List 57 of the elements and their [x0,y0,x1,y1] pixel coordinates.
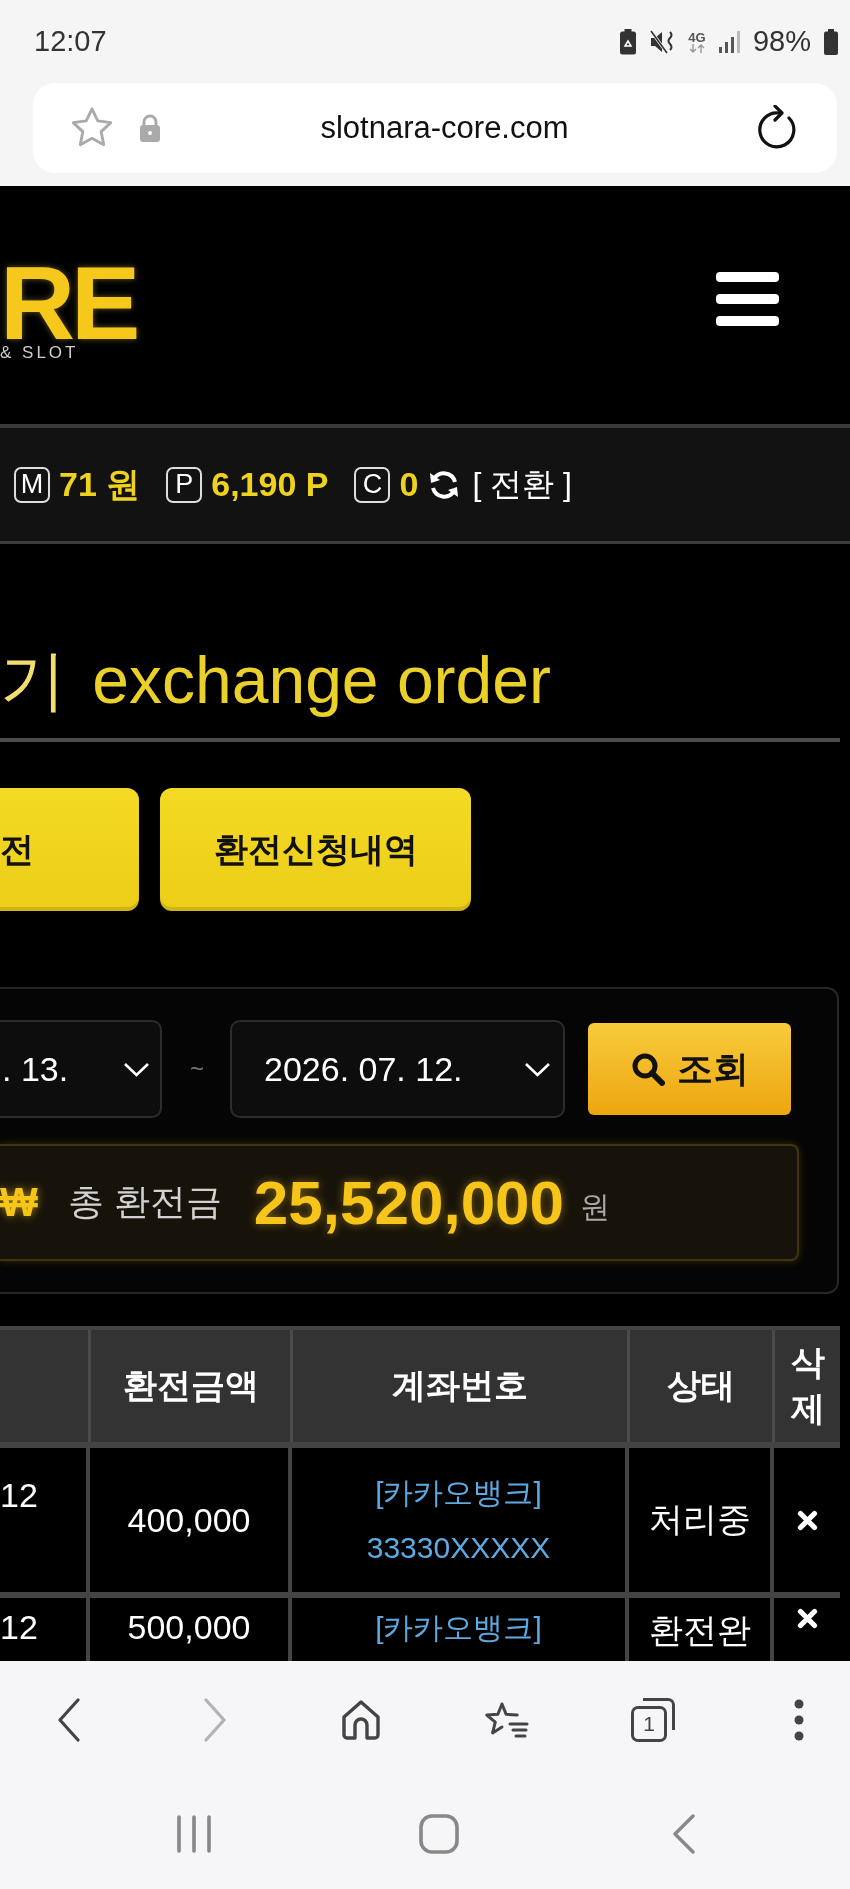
balance-value: 0 [399,465,419,504]
table-cell: 처리중 [629,1448,770,1592]
column-header: 상태 [627,1330,772,1442]
data-arrows-icon [687,43,706,53]
status-time: 12:07 [34,25,107,58]
home-nav-icon[interactable] [419,1814,459,1854]
column-header: 환전금액 [88,1330,290,1442]
chevron-down-icon [123,1061,150,1077]
menu-icon[interactable] [716,272,779,326]
column-header: 계좌번호 [290,1330,627,1442]
balance-value: 71 원 [59,463,141,505]
bank-name: [카카오뱅크] [375,1475,542,1511]
nav-button[interactable]: 전 [0,788,139,911]
more-icon[interactable] [793,1698,805,1742]
back-nav-icon[interactable] [672,1814,696,1854]
nav-button[interactable]: 환전신청내역 [160,788,471,911]
balance-value: 6,190 P [211,465,329,504]
delete-icon[interactable] [796,1509,818,1531]
battery-percent: 98% [752,25,811,58]
column-header: 삭제 [772,1330,840,1442]
currency-unit: 원 [580,1189,611,1225]
table-cell: 12 [0,1448,86,1592]
account-number: 33330XXXXX [366,1530,551,1566]
recent-apps-icon[interactable] [176,1815,212,1853]
chevron-down-icon [524,1061,551,1077]
total-label: 총 환전금 [67,1180,222,1224]
network-type: 4G [688,30,706,44]
total-amount: 25,520,000 [253,1167,565,1238]
logo-tagline: & SLOT [0,343,80,363]
letter-badge: C [354,466,391,503]
signal-icon [718,30,741,53]
battery-saver-icon [618,28,637,55]
bank-name: [카카오뱅크] [375,1610,542,1646]
table-cell: 500,000 [90,1598,288,1661]
logo-text[interactable]: RE [0,263,137,343]
battery-icon [824,28,838,55]
date-select[interactable]: 2026. 07. 12. [230,1020,565,1118]
date-select[interactable]: . 13. [0,1020,162,1118]
table-cell: 환전완 [629,1598,770,1661]
letter-badge: M [14,466,50,503]
table-cell: 400,000 [90,1448,288,1592]
search-icon [630,1052,665,1086]
back-icon[interactable] [57,1698,81,1742]
home-icon[interactable] [340,1699,382,1741]
bookmark-list-icon[interactable] [484,1700,530,1740]
date-separator: ~ [190,1055,204,1083]
refresh-icon[interactable] [428,468,461,501]
delete-icon[interactable] [796,1608,818,1629]
table-cell: 12 [0,1598,86,1661]
address-bar[interactable]: slotnara-core.com [33,83,837,173]
lock-icon [139,114,161,142]
letter-badge: P [166,466,203,503]
page-title: 기 exchange order [0,642,552,719]
currency-symbol: ₩ [0,1180,38,1225]
search-button[interactable]: 조회 [588,1023,791,1115]
convert-link[interactable]: [ 전환 ] [472,462,572,507]
url-text[interactable]: slotnara-core.com [161,110,728,146]
